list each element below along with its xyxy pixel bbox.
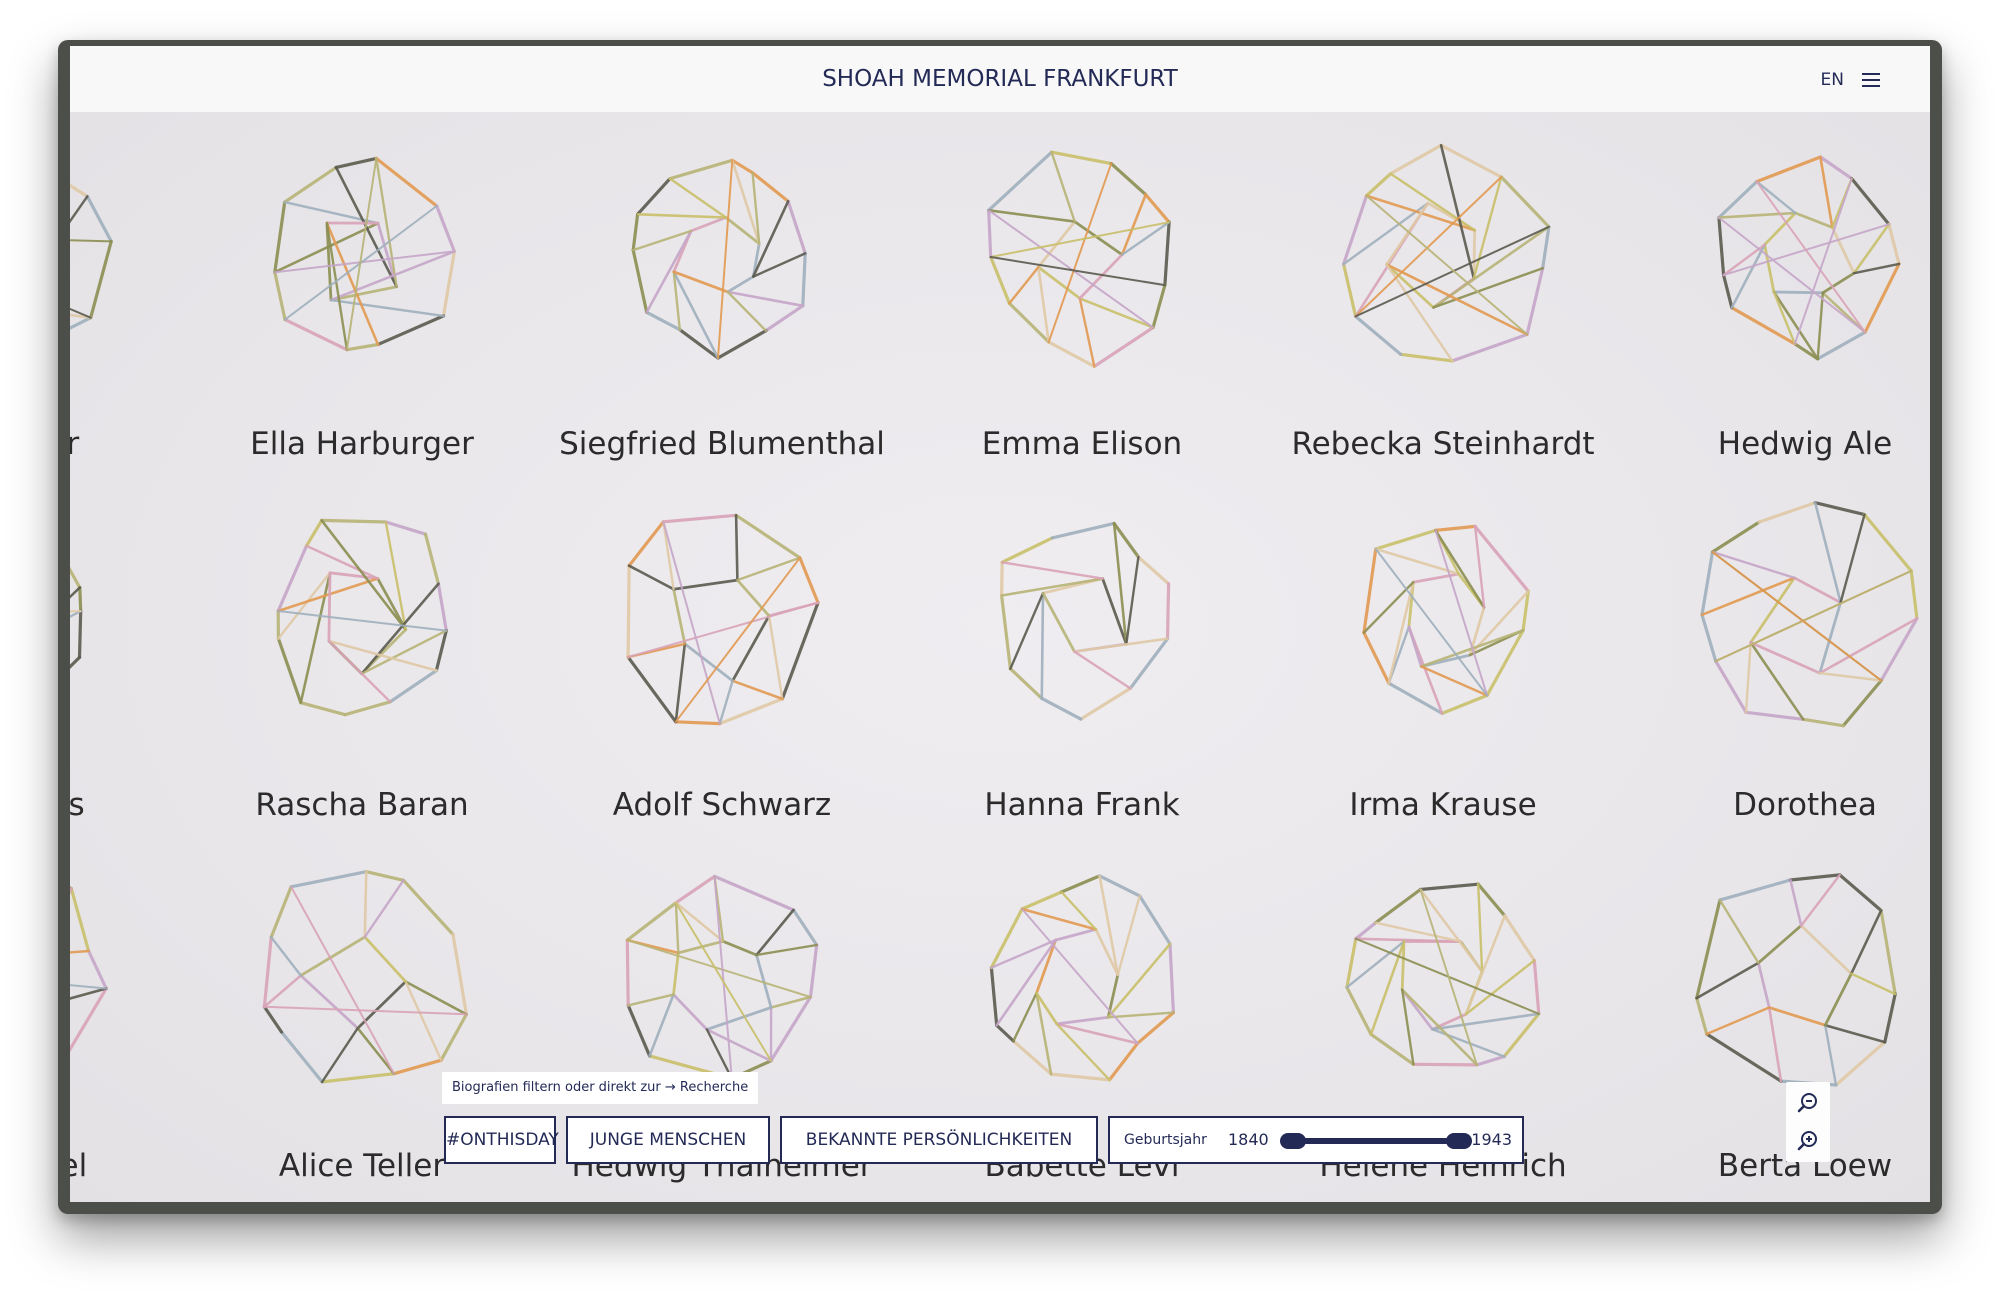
person-name[interactable]: Rebecka Steinhardt: [1238, 426, 1648, 462]
polyhedron-icon: [70, 886, 108, 1053]
person-name[interactable]: Ella Harburger: [157, 426, 567, 462]
memorial-viewport[interactable]: FirnbergLudwig DannheisserMoses Kupferbe…: [70, 46, 1930, 1202]
biography-card[interactable]: . Margulies: [70, 487, 165, 847]
biography-card[interactable]: Wollweiler: [70, 126, 165, 486]
filter-hint[interactable]: Biografien filtern oder direkt zur → Rec…: [442, 1072, 759, 1104]
polyhedron-icon: [262, 870, 468, 1084]
year-max-handle[interactable]: [1446, 1133, 1472, 1149]
biography-card[interactable]: Ella Harburger: [197, 126, 527, 486]
year-max-value: 1943: [1471, 1130, 1512, 1149]
bekannte-persoenlichkeiten-button[interactable]: BEKANNTE PERSÖNLICHKEITEN: [780, 1116, 1098, 1164]
polyhedron-icon: [276, 518, 448, 717]
zoom-in-icon[interactable]: [1795, 1128, 1821, 1154]
polyhedron-icon: [1362, 524, 1530, 715]
polyhedron-icon: [987, 150, 1171, 368]
zoom-controls: [1786, 1082, 1830, 1162]
language-switch[interactable]: EN: [1821, 70, 1844, 90]
person-name[interactable]: Hanna Frank: [877, 787, 1287, 823]
biography-card[interactable]: Siegfried Blumenthal: [557, 126, 887, 486]
birth-year-label: Geburtsjahr: [1124, 1132, 1207, 1148]
polyhedron-icon: [1700, 501, 1919, 728]
polyhedron-icon: [70, 566, 83, 669]
polyhedron-icon: [1345, 882, 1541, 1067]
polyhedron-icon: [70, 183, 113, 330]
polyhedron-icon: [273, 156, 456, 352]
junge-menschen-button[interactable]: JUNGE MENSCHEN: [566, 1116, 770, 1164]
person-name[interactable]: Berta Loew: [1600, 1148, 1930, 1184]
birth-year-filter: Geburtsjahr 1840 1943: [1108, 1116, 1524, 1164]
polyhedron-icon: [1717, 155, 1901, 361]
onthisday-button[interactable]: #ONTHISDAY: [444, 1116, 559, 1164]
person-name[interactable]: Emma Elison: [877, 426, 1287, 462]
biography-card[interactable]: Dorothea: [1640, 487, 1930, 847]
person-name[interactable]: Dorothea: [1600, 787, 1930, 823]
year-range-track[interactable]: [1288, 1138, 1458, 1144]
polyhedron-icon: [626, 513, 820, 726]
top-bar: SHOAH MEMORIAL FRANKFURT EN: [70, 46, 1930, 112]
biography-card[interactable]: Rascha Baran: [197, 487, 527, 847]
person-name[interactable]: Siegfried Blumenthal: [517, 426, 927, 462]
biography-card[interactable]: Hedwig Ale: [1640, 126, 1930, 486]
person-name[interactable]: Adolf Schwarz: [517, 787, 927, 823]
polyhedron-icon: [989, 874, 1175, 1082]
biography-card[interactable]: Adolf Schwarz: [557, 487, 887, 847]
polyhedron-icon: [625, 874, 819, 1080]
person-name[interactable]: Irma Krause: [1238, 787, 1648, 823]
zoom-out-icon[interactable]: [1795, 1090, 1821, 1116]
polyhedron-icon: [1342, 143, 1551, 363]
person-name[interactable]: Hedwig Ale: [1600, 426, 1930, 462]
year-min-handle[interactable]: [1280, 1133, 1306, 1149]
biography-card[interactable]: Emma Elison: [917, 126, 1247, 486]
person-name[interactable]: Rascha Baran: [157, 787, 567, 823]
polyhedron-icon: [631, 158, 807, 360]
site-title[interactable]: SHOAH MEMORIAL FRANKFURT: [70, 66, 1930, 92]
biography-card[interactable]: Irma Krause: [1278, 487, 1608, 847]
biography-card[interactable]: Berta Loew: [1640, 848, 1930, 1202]
biography-card[interactable]: Hanna Frank: [917, 487, 1247, 847]
polyhedron-icon: [1695, 873, 1897, 1087]
biography-card[interactable]: Rebecka Steinhardt: [1278, 126, 1608, 486]
biography-card[interactable]: a Kuemmel: [70, 848, 165, 1202]
polyhedron-icon: [999, 521, 1171, 721]
hamburger-icon[interactable]: [1862, 73, 1880, 87]
year-min-value: 1840: [1228, 1130, 1269, 1149]
